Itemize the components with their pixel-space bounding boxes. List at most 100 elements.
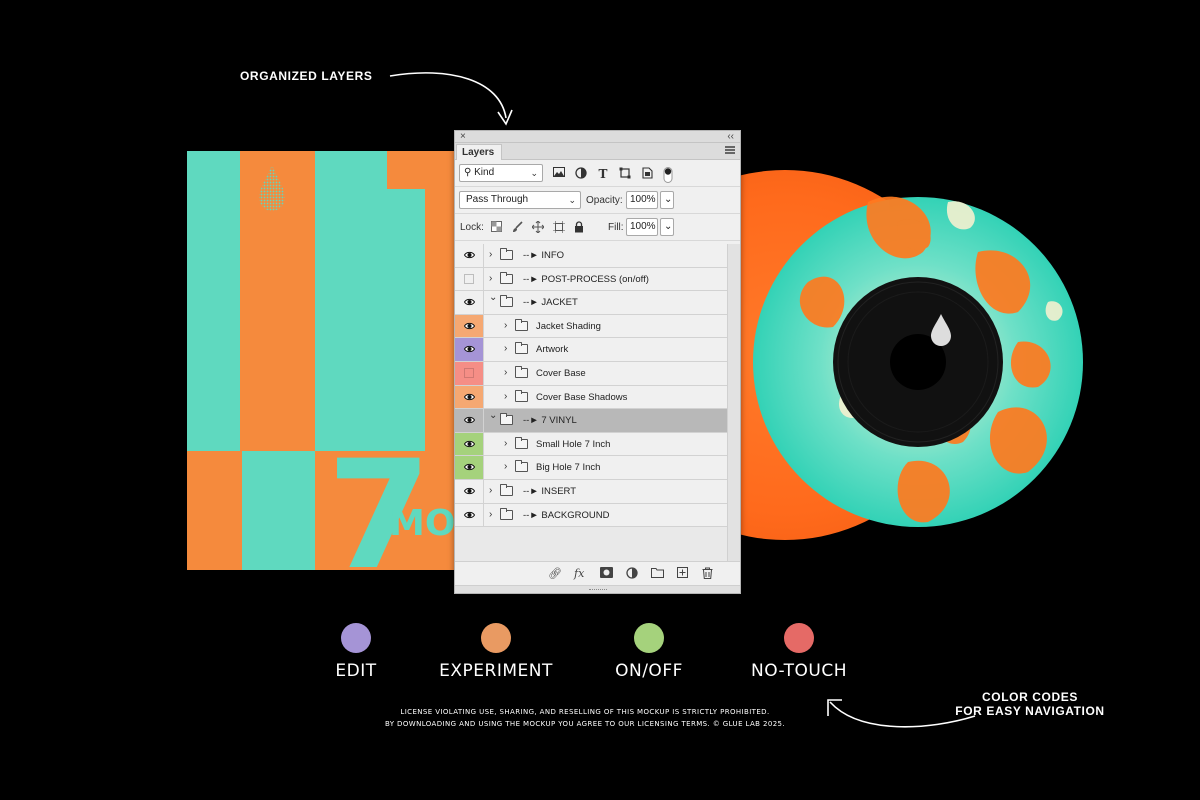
layer-row[interactable]: › Jacket Shading <box>455 314 727 339</box>
callout-organized-layers: ORGANIZED LAYERS <box>240 69 373 83</box>
blend-mode-dropdown[interactable]: Pass Through ⌄ <box>459 191 581 209</box>
filter-kind-dropdown[interactable]: ⚲ Kind ⌄ <box>459 164 543 182</box>
collapse-panel-icon[interactable]: ‹‹ <box>727 131 734 143</box>
jacket-stripe <box>387 151 427 189</box>
layer-visibility-toggle[interactable] <box>455 314 484 338</box>
panel-footer: 🔗︎ fx <box>455 561 740 585</box>
eye-icon <box>464 440 475 447</box>
fill-dropdown-button[interactable]: ⌄ <box>660 218 674 236</box>
chevron-down-icon: ⌄ <box>530 168 538 178</box>
opacity-dropdown-button[interactable]: ⌄ <box>660 191 674 209</box>
lock-transparent-pixels-icon[interactable] <box>489 221 503 235</box>
chevron-right-icon[interactable]: › <box>504 391 507 402</box>
new-adjustment-layer-icon[interactable] <box>626 567 638 583</box>
layer-style-fx-icon[interactable]: fx <box>574 567 584 581</box>
shape-filter-icon[interactable] <box>618 167 632 181</box>
chevron-right-icon[interactable]: › <box>489 273 492 284</box>
chevron-down-icon[interactable]: ⌄ <box>489 410 497 421</box>
blend-mode-value: Pass Through <box>466 194 529 205</box>
layer-visibility-toggle[interactable] <box>455 244 484 267</box>
filter-toggle-icon[interactable] <box>661 167 675 183</box>
layer-row[interactable]: › --► INSERT <box>455 480 727 504</box>
link-layers-icon[interactable]: 🔗︎ <box>548 567 562 581</box>
chevron-down-icon: ⌄ <box>568 195 576 205</box>
panel-title-bar: × ‹‹ <box>455 131 740 143</box>
chevron-right-icon[interactable]: › <box>504 320 507 331</box>
layer-visibility-toggle[interactable] <box>455 456 484 479</box>
layer-name: --► INSERT <box>523 486 577 497</box>
layer-row[interactable]: ⌄ --► 7 VINYL <box>455 409 727 433</box>
tab-layers[interactable]: Layers <box>456 144 502 160</box>
folder-icon <box>515 318 528 331</box>
lock-position-icon[interactable] <box>531 220 545 235</box>
layer-name: --► INFO <box>523 250 565 261</box>
layer-row[interactable]: › Cover Base Shadows <box>455 385 727 410</box>
lock-label: Lock: <box>460 222 484 233</box>
layer-visibility-toggle[interactable] <box>455 503 484 527</box>
vinyl-splatter <box>753 196 1083 527</box>
layer-visibility-toggle[interactable] <box>455 338 484 361</box>
layer-name: --► 7 VINYL <box>523 415 577 427</box>
type-filter-icon[interactable]: T <box>596 167 610 181</box>
chevron-right-icon[interactable]: › <box>504 438 507 449</box>
arrow-top-icon <box>389 72 507 119</box>
smart-object-filter-icon[interactable] <box>640 167 654 181</box>
folder-icon <box>515 342 528 355</box>
drop-logo-icon <box>259 165 285 211</box>
lock-all-icon[interactable] <box>572 221 586 235</box>
layer-row[interactable]: › Big Hole 7 Inch <box>455 456 727 480</box>
lock-artboard-icon[interactable] <box>552 221 566 235</box>
legend-label: NO-TOUCH <box>750 661 847 681</box>
folder-icon <box>515 436 528 449</box>
panel-menu-icon[interactable] <box>725 146 735 154</box>
layer-visibility-toggle[interactable] <box>455 385 484 409</box>
eye-icon <box>464 251 475 259</box>
layer-row[interactable]: › --► POST-PROCESS (on/off) <box>455 267 727 292</box>
layer-name: Small Hole 7 Inch <box>536 438 611 450</box>
chevron-right-icon[interactable]: › <box>504 461 507 472</box>
eye-icon <box>464 464 475 471</box>
license-line-2: BY DOWNLOADING AND USING THE MOCKUP YOU … <box>384 720 786 728</box>
layer-row[interactable]: › Cover Base <box>455 362 727 386</box>
layers-scrollbar[interactable] <box>727 244 740 562</box>
lock-image-pixels-icon[interactable] <box>510 221 524 235</box>
delete-layer-icon[interactable] <box>702 567 713 583</box>
layer-visibility-toggle[interactable] <box>455 362 484 385</box>
chevron-down-icon[interactable]: ⌄ <box>489 292 497 303</box>
opacity-input[interactable]: 100% <box>626 191 658 209</box>
new-layer-icon[interactable] <box>677 567 688 582</box>
layer-row[interactable]: › --► BACKGROUND <box>455 503 727 528</box>
layer-visibility-toggle[interactable] <box>455 432 484 456</box>
eye-icon <box>464 346 475 353</box>
chevron-right-icon[interactable]: › <box>489 249 492 260</box>
layer-row[interactable]: › Small Hole 7 Inch <box>455 432 727 457</box>
layer-row[interactable]: ⌄ --► JACKET <box>455 291 727 315</box>
license-line-1: LICENSE VIOLATING USE, SHARING, AND RESE… <box>400 708 770 716</box>
layer-visibility-toggle[interactable] <box>455 409 484 432</box>
chevron-right-icon[interactable]: › <box>504 343 507 354</box>
pixel-filter-icon[interactable] <box>552 167 566 181</box>
legend-dot <box>784 623 814 653</box>
layer-visibility-toggle[interactable] <box>455 480 484 503</box>
chevron-right-icon[interactable]: › <box>489 509 492 520</box>
opacity-label: Opacity: <box>586 195 623 206</box>
chevron-right-icon[interactable]: › <box>489 485 492 496</box>
legend-dot <box>341 623 371 653</box>
new-group-folder-icon[interactable] <box>651 567 664 582</box>
chevron-right-icon[interactable]: › <box>504 367 507 378</box>
jacket-stripe <box>425 151 455 451</box>
close-icon[interactable]: × <box>460 131 466 143</box>
search-icon: ⚲ <box>464 167 472 178</box>
layer-name: Cover Base <box>536 368 586 379</box>
folder-icon <box>500 271 513 284</box>
panel-resize-grip[interactable] <box>455 585 740 593</box>
layer-visibility-toggle[interactable] <box>455 291 484 314</box>
adjustment-filter-icon[interactable] <box>574 167 588 181</box>
layer-row[interactable]: › Artwork <box>455 338 727 362</box>
jacket-text-partial: MO <box>389 503 455 544</box>
layer-visibility-toggle[interactable] <box>455 267 484 291</box>
layers-panel: × ‹‹ Layers ⚲ Kind ⌄ T Pass Through ⌄ Op… <box>454 130 741 594</box>
layer-row[interactable]: › --► INFO <box>455 244 727 268</box>
add-mask-icon[interactable] <box>600 567 613 582</box>
fill-input[interactable]: 100% <box>626 218 658 236</box>
